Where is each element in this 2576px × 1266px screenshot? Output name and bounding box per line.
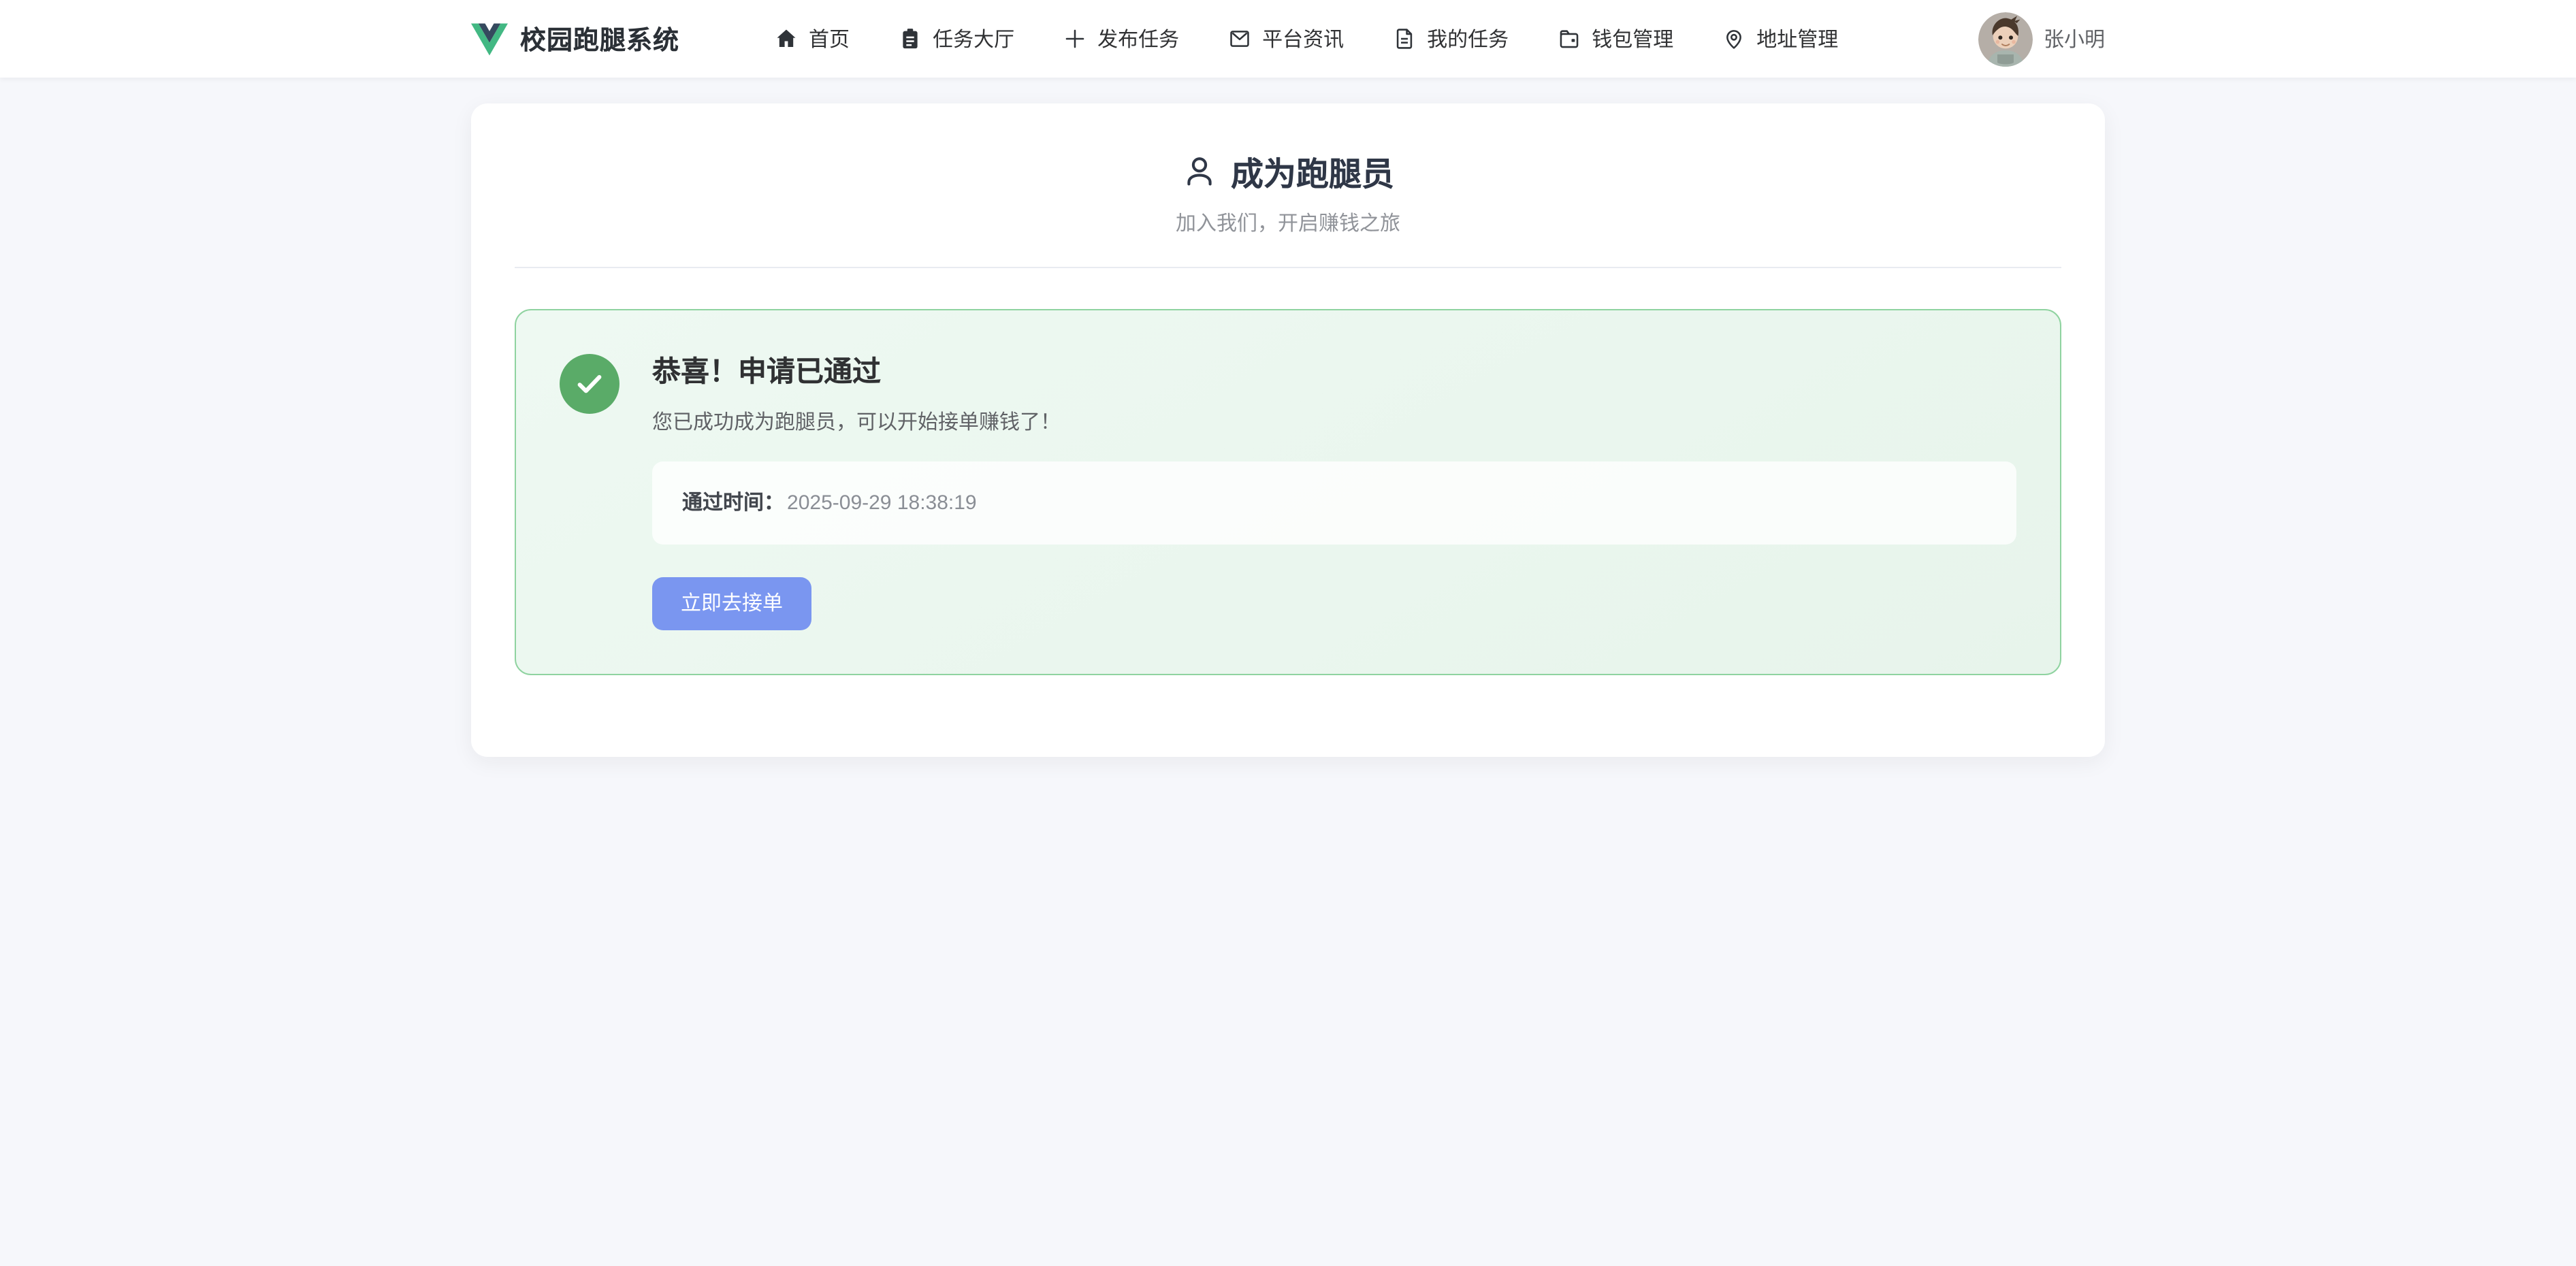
become-runner-card: 成为跑腿员 加入我们，开启赚钱之旅 恭喜！申请已通过 您已成功成为跑腿员，可以开… xyxy=(471,103,2105,758)
approval-success-panel: 恭喜！申请已通过 您已成功成为跑腿员，可以开始接单赚钱了！ 通过时间：2025-… xyxy=(515,309,2061,676)
user-name: 张小明 xyxy=(2044,25,2105,53)
brand[interactable]: 校园跑腿系统 xyxy=(471,20,679,57)
nav-item-label: 任务大厅 xyxy=(933,25,1014,53)
user-icon xyxy=(1182,153,1217,189)
brand-name: 校园跑腿系统 xyxy=(520,20,679,57)
news-icon xyxy=(1228,27,1251,50)
location-icon xyxy=(1722,27,1745,50)
wallet-icon xyxy=(1558,27,1581,50)
card-header: 成为跑腿员 加入我们，开启赚钱之旅 xyxy=(515,147,2061,237)
go-take-orders-button[interactable]: 立即去接单 xyxy=(652,578,811,631)
nav-item-label: 发布任务 xyxy=(1097,25,1179,53)
avatar xyxy=(1978,12,2033,66)
my-tasks-icon xyxy=(1393,27,1416,50)
result-message: 您已成功成为跑腿员，可以开始接单赚钱了！ xyxy=(652,409,2016,438)
task-hall-icon xyxy=(899,27,922,50)
nav-item-label: 钱包管理 xyxy=(1592,25,1673,53)
approval-time-label: 通过时间： xyxy=(682,492,784,515)
vue-logo-icon xyxy=(471,22,508,55)
nav-item-my-tasks[interactable]: 我的任务 xyxy=(1393,0,1509,78)
nav-item-publish-task[interactable]: 发布任务 xyxy=(1063,0,1179,78)
main-content: 成为跑腿员 加入我们，开启赚钱之旅 恭喜！申请已通过 您已成功成为跑腿员，可以开… xyxy=(471,103,2105,758)
plus-icon xyxy=(1063,27,1086,50)
nav-item-label: 我的任务 xyxy=(1427,25,1509,53)
user-menu[interactable]: 张小明 xyxy=(1978,12,2105,66)
approval-time-value: 2025-09-29 18:38:19 xyxy=(787,492,977,515)
home-icon xyxy=(775,27,798,50)
app-viewport: 校园跑腿系统 首页 任务大厅 xyxy=(0,0,2576,1266)
nav-item-home[interactable]: 首页 xyxy=(775,0,850,78)
nav-item-addresses[interactable]: 地址管理 xyxy=(1722,0,1838,78)
check-icon xyxy=(573,368,606,400)
nav-item-label: 首页 xyxy=(809,25,850,53)
page-title: 成为跑腿员 xyxy=(515,147,2061,195)
cartoon-boy-avatar-icon xyxy=(1978,12,2033,66)
nav-item-wallet[interactable]: 钱包管理 xyxy=(1558,0,1673,78)
nav-item-label: 地址管理 xyxy=(1756,25,1838,53)
top-navbar: 校园跑腿系统 首页 任务大厅 xyxy=(0,0,2576,78)
divider xyxy=(515,267,2061,268)
approval-time-box: 通过时间：2025-09-29 18:38:19 xyxy=(652,462,2016,545)
main-nav: 首页 任务大厅 发布任务 xyxy=(775,0,1838,78)
page-title-text: 成为跑腿员 xyxy=(1231,147,1394,195)
result-heading: 恭喜！申请已通过 xyxy=(652,354,2016,391)
nav-item-platform-news[interactable]: 平台资讯 xyxy=(1228,0,1344,78)
page-subtitle: 加入我们，开启赚钱之旅 xyxy=(515,208,2061,237)
navbar-inner: 校园跑腿系统 首页 任务大厅 xyxy=(471,0,2105,78)
nav-item-label: 平台资讯 xyxy=(1262,25,1344,53)
check-circle-icon xyxy=(560,354,619,414)
approval-panel-body: 恭喜！申请已通过 您已成功成为跑腿员，可以开始接单赚钱了！ 通过时间：2025-… xyxy=(652,354,2016,631)
nav-item-task-hall[interactable]: 任务大厅 xyxy=(899,0,1014,78)
